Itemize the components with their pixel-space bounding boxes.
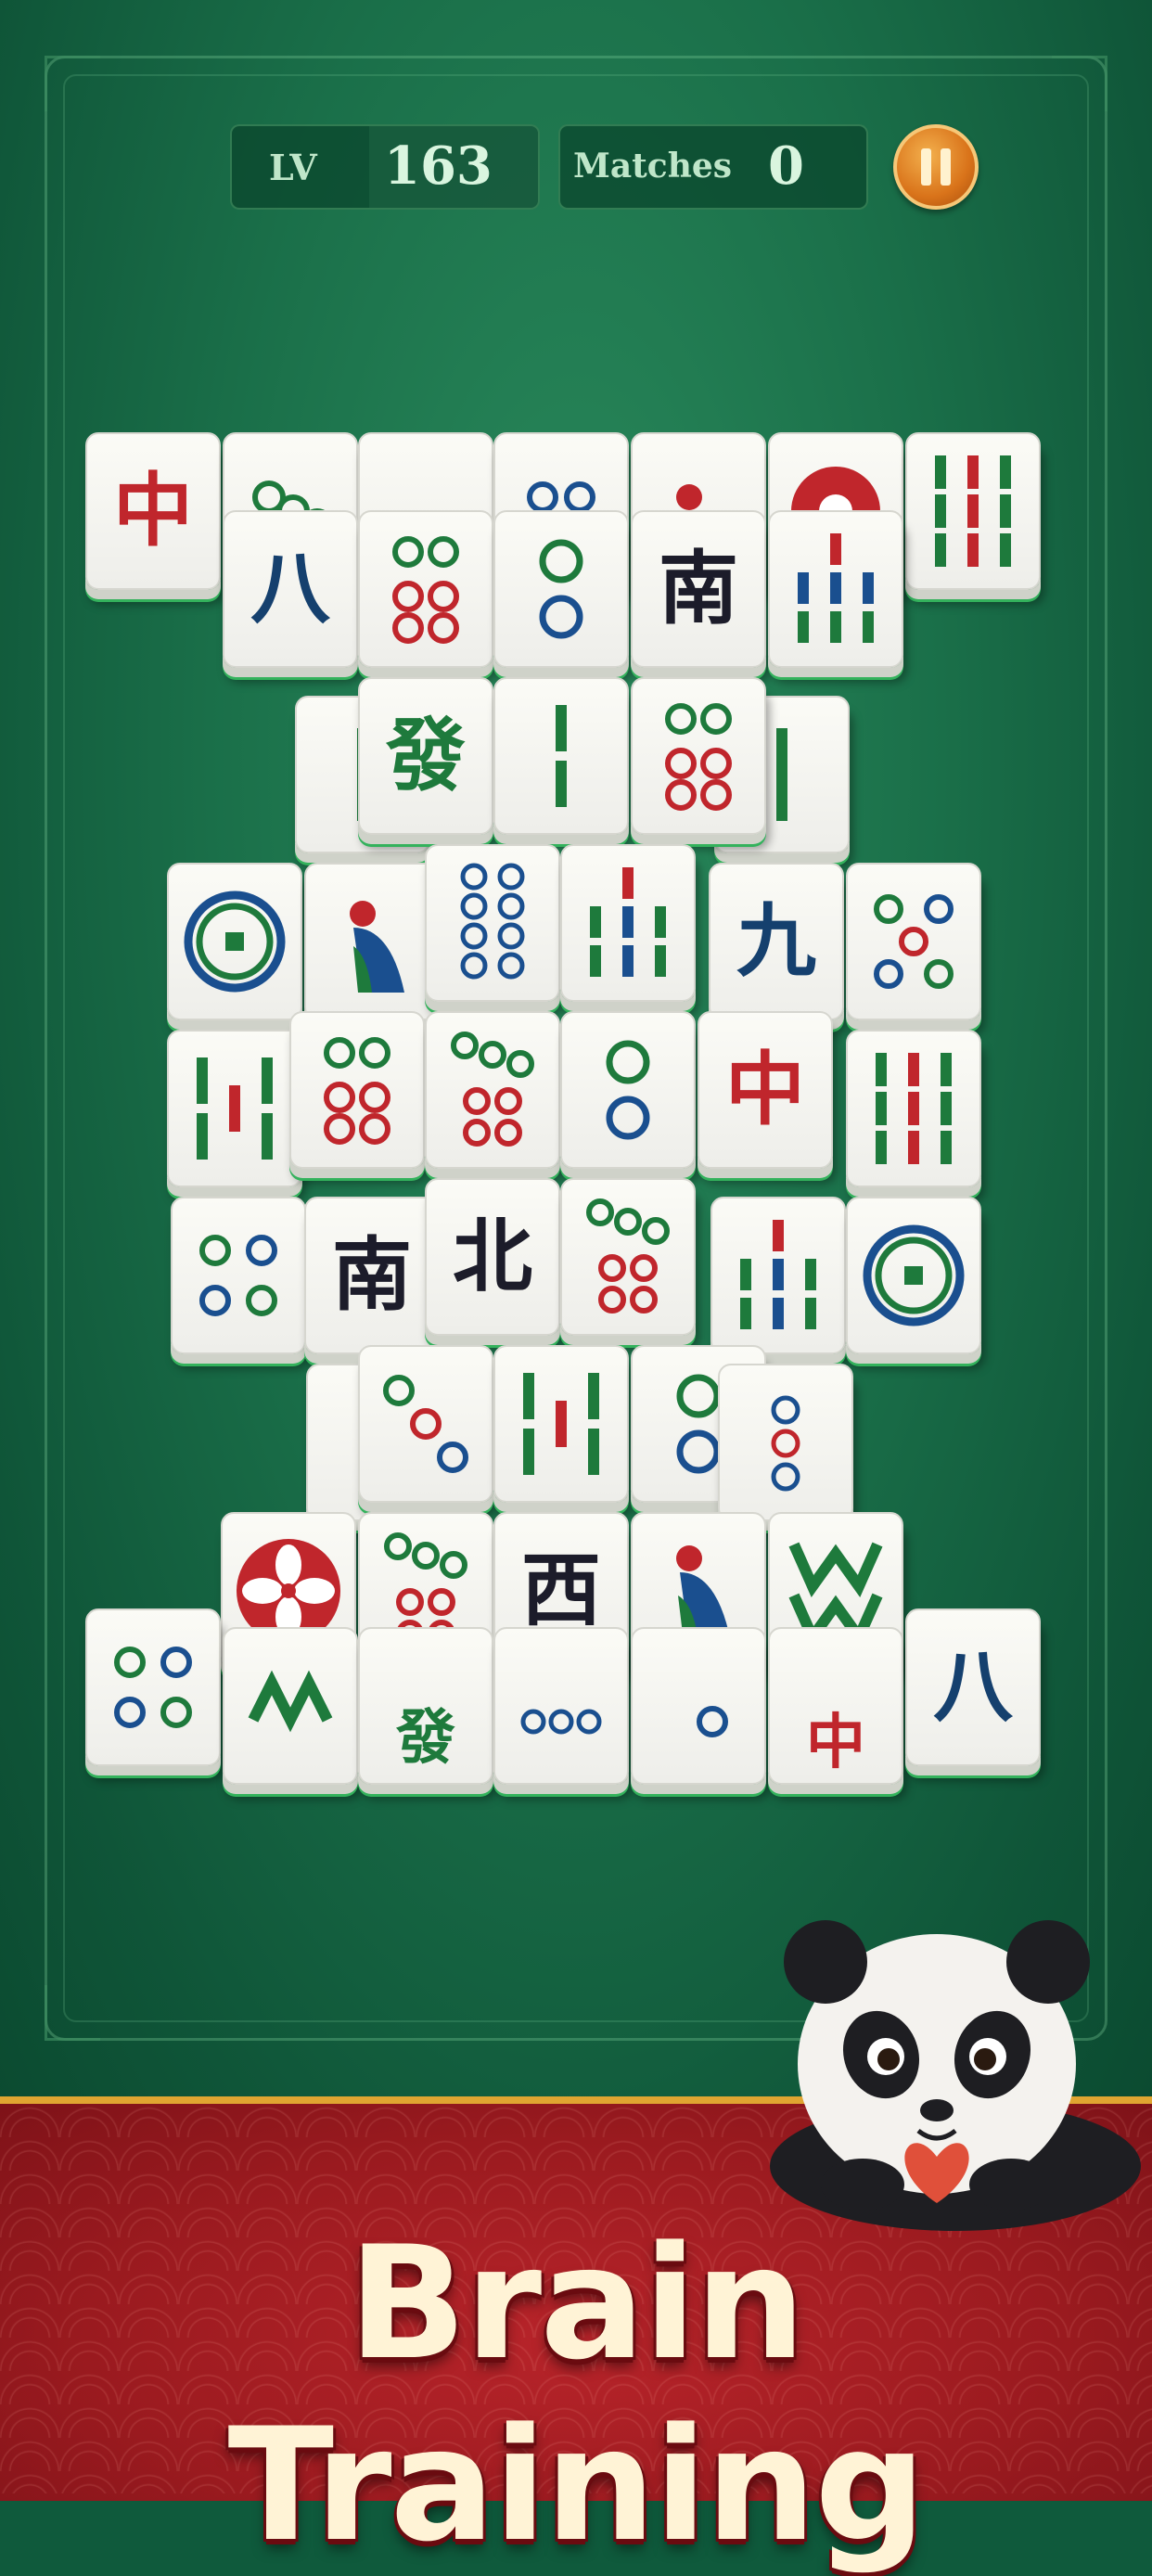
mahjong-tile[interactable] <box>493 677 629 835</box>
mahjong-tile[interactable] <box>493 510 629 668</box>
mahjong-tile[interactable] <box>493 1627 629 1785</box>
circle-tile-icon <box>460 863 525 980</box>
circle-tile-icon <box>184 891 286 993</box>
frame-corner-ornament <box>45 1985 100 2041</box>
bamboo-tile-icon <box>590 867 666 977</box>
mahjong-tile[interactable]: 九 <box>709 863 844 1020</box>
matches-display: Matches 0 <box>558 124 868 210</box>
mahjong-tile[interactable]: 南 <box>631 510 766 668</box>
mahjong-tile[interactable] <box>289 1011 425 1169</box>
mahjong-tile[interactable] <box>358 1345 493 1503</box>
mahjong-tile[interactable] <box>304 863 440 1020</box>
mahjong-tile[interactable] <box>425 1011 560 1169</box>
mahjong-tile[interactable] <box>85 1608 221 1766</box>
bamboo-tile-icon <box>197 1057 273 1160</box>
tile-character: 八 <box>933 1641 1013 1734</box>
level-display: LV 163 <box>230 124 540 210</box>
mahjong-tile[interactable] <box>846 1030 981 1187</box>
mahjong-tile[interactable] <box>768 510 903 668</box>
mahjong-tile[interactable] <box>425 844 560 1002</box>
matches-label: Matches <box>573 147 733 186</box>
mahjong-tile[interactable] <box>846 1197 981 1354</box>
mahjong-tile[interactable]: 發 <box>358 1627 493 1785</box>
circle-tile-icon <box>114 1647 192 1728</box>
circle-tile-icon <box>383 1375 468 1473</box>
circle-tile-icon <box>863 1224 965 1326</box>
tile-character: 發 <box>386 710 466 802</box>
circle-tile-icon <box>586 1198 670 1314</box>
circle-tile-icon <box>451 1032 534 1147</box>
mahjong-tile[interactable] <box>560 844 696 1002</box>
bamboo-tile-icon <box>248 1670 333 1733</box>
mahjong-tile[interactable]: 北 <box>425 1178 560 1336</box>
tile-character: 九 <box>736 895 816 988</box>
mahjong-tile[interactable]: 中 <box>768 1627 903 1785</box>
mahjong-tile[interactable] <box>223 1627 358 1785</box>
mahjong-tile[interactable] <box>846 863 981 1020</box>
mahjong-tile[interactable]: 中 <box>698 1011 833 1169</box>
circle-tile-icon <box>520 1709 602 1735</box>
level-label: LV <box>269 147 317 188</box>
circle-tile-icon <box>874 894 954 989</box>
tile-character: 南 <box>332 1229 412 1322</box>
circle-tile-icon <box>392 536 459 644</box>
tile-character: 八 <box>250 543 330 635</box>
bamboo-tile-icon <box>556 705 567 807</box>
banner-title: Brain Training <box>227 2212 927 2576</box>
pause-icon <box>921 148 931 186</box>
panda-mascot-icon <box>770 1920 1141 2231</box>
bamboo-tile-icon <box>523 1373 599 1475</box>
bird-tile-icon <box>350 901 404 993</box>
mahjong-tile[interactable] <box>167 1030 302 1187</box>
tile-character: 西 <box>521 1544 601 1637</box>
circle-tile-icon <box>539 539 583 639</box>
tile-character: 中 <box>113 465 193 557</box>
circle-tile-icon <box>665 703 732 811</box>
pause-icon-bar <box>941 148 951 186</box>
mahjong-tile[interactable] <box>631 1627 766 1785</box>
mahjong-tile[interactable] <box>905 432 1041 590</box>
mahjong-tile[interactable] <box>493 1345 629 1503</box>
tile-character: 發 <box>396 1704 455 1773</box>
circle-tile-icon <box>606 1040 650 1140</box>
mahjong-tile[interactable] <box>358 510 493 668</box>
mahjong-tile[interactable] <box>560 1011 696 1169</box>
mahjong-tile[interactable]: 南 <box>304 1197 440 1354</box>
matches-value: 0 <box>768 135 804 197</box>
circle-tile-icon <box>199 1235 277 1316</box>
mahjong-tile[interactable]: 八 <box>905 1608 1041 1766</box>
bamboo-tile-icon <box>740 1220 816 1329</box>
circle-tile-icon <box>324 1037 390 1145</box>
frame-corner-ornament <box>45 56 100 111</box>
pause-button[interactable] <box>893 124 979 210</box>
frame-corner-ornament <box>1052 56 1107 111</box>
level-value: 163 <box>384 135 493 197</box>
bamboo-tile-icon <box>798 533 874 643</box>
tile-character: 北 <box>453 1211 532 1303</box>
mahjong-tile[interactable] <box>631 677 766 835</box>
mahjong-tile[interactable] <box>710 1197 846 1354</box>
tile-character: 南 <box>659 543 738 635</box>
bamboo-tile-icon <box>776 728 787 821</box>
mahjong-tile[interactable]: 八 <box>223 510 358 668</box>
bamboo-tile-icon <box>935 455 1011 567</box>
mahjong-tile[interactable] <box>171 1197 306 1354</box>
mahjong-tile[interactable]: 發 <box>358 677 493 835</box>
mahjong-tile[interactable]: 中 <box>85 432 221 590</box>
circle-tile-icon <box>697 1706 728 1737</box>
tile-character: 中 <box>725 1044 805 1136</box>
mahjong-tile[interactable] <box>167 863 302 1020</box>
tile-character: 中 <box>806 1709 865 1777</box>
bamboo-tile-icon <box>876 1053 952 1164</box>
mahjong-tile[interactable] <box>560 1178 696 1336</box>
circle-tile-icon <box>771 1395 800 1492</box>
mahjong-tile[interactable] <box>718 1364 853 1521</box>
